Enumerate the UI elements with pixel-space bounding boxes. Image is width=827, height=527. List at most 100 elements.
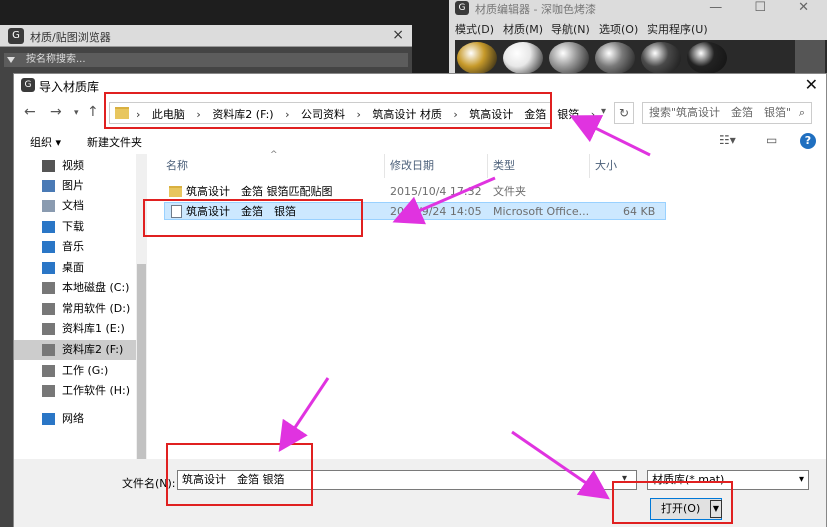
video-icon: [42, 160, 55, 172]
download-icon: [42, 221, 55, 233]
max-app-icon: G: [8, 28, 24, 44]
address-dropdown-icon[interactable]: ▾: [601, 106, 606, 117]
nav-item-label: 工作 (G:): [62, 364, 109, 377]
material-slot[interactable]: [641, 42, 681, 74]
material-slot[interactable]: [687, 42, 727, 74]
command-bar: 组织 ▾ 新建文件夹 ☷▾ ▭ ?: [14, 129, 826, 153]
nav-item-drive-g[interactable]: 工作 (G:): [42, 361, 147, 381]
filename-label: 文件名(N):: [122, 477, 176, 490]
nav-item-desktop[interactable]: 桌面: [42, 258, 147, 278]
dialog-title-bar: G 导入材质库 ✕: [14, 74, 826, 96]
nav-item-music[interactable]: 音乐: [42, 237, 147, 257]
file-date: 2015/9/24 14:05: [390, 205, 482, 218]
column-header-date[interactable]: 修改日期: [390, 154, 434, 178]
drive-icon: [42, 365, 55, 377]
collapse-triangle-icon[interactable]: [7, 57, 15, 63]
back-arrow-icon[interactable]: ←: [24, 104, 36, 120]
new-folder-button[interactable]: 新建文件夹: [87, 134, 142, 150]
nav-item-label: 本地磁盘 (C:): [62, 281, 130, 294]
browser-search-label: 按名称搜索...: [26, 54, 86, 65]
breadcrumb-item[interactable]: 筑高设计 金箔 银箔: [469, 108, 579, 121]
column-divider[interactable]: [384, 154, 385, 178]
editor-menu-bar: 模式(D) 材质(M) 导航(N) 选项(O) 实用程序(U): [449, 19, 827, 37]
breadcrumb-item[interactable]: 资料库2 (F:): [212, 108, 273, 121]
nav-item-drive-f[interactable]: 资料库2 (F:): [14, 340, 147, 360]
max-app-icon: G: [455, 1, 469, 15]
address-bar[interactable]: › 此电脑 › 资料库2 (F:) › 公司资料 › 筑高设计 材质 › 筑高设…: [109, 102, 595, 124]
organize-button[interactable]: 组织 ▾: [30, 134, 61, 150]
chevron-right-icon[interactable]: ›: [285, 108, 289, 121]
column-divider[interactable]: [589, 154, 590, 178]
menu-utilities[interactable]: 实用程序(U): [647, 21, 708, 37]
file-type: Microsoft Office...: [493, 205, 590, 218]
column-header-type[interactable]: 类型: [493, 154, 515, 178]
breadcrumb: › 此电脑 › 资料库2 (F:) › 公司资料 › 筑高设计 材质 › 筑高设…: [136, 106, 603, 122]
material-slot[interactable]: [595, 42, 635, 74]
file-type-select[interactable]: 材质库(*.mat) ▾: [647, 470, 809, 490]
file-row-folder[interactable]: 筑高设计 金箔 银箔匹配贴图 2015/10/4 17:32 文件夹: [164, 183, 666, 201]
column-header-size[interactable]: 大小: [595, 154, 617, 178]
nav-item-label: 网络: [62, 412, 84, 425]
window-controls[interactable]: — ☐ ✕: [709, 0, 823, 15]
editor-side-tools[interactable]: [795, 40, 825, 75]
filename-dropdown-icon[interactable]: ▾: [622, 473, 627, 484]
chevron-right-icon[interactable]: ›: [356, 108, 360, 121]
scrollbar-thumb[interactable]: [137, 264, 146, 459]
nav-item-videos[interactable]: 视频: [42, 156, 147, 176]
file-icon: [171, 205, 182, 218]
browser-title: 材质/贴图浏览器: [30, 31, 111, 44]
view-options-icon[interactable]: ☷▾: [719, 133, 736, 147]
close-icon[interactable]: ✕: [805, 75, 818, 94]
forward-arrow-icon[interactable]: →: [50, 104, 62, 120]
nav-item-drive-h[interactable]: 工作软件 (H:): [42, 381, 147, 401]
nav-item-label: 图片: [62, 179, 84, 192]
material-slot[interactable]: [457, 42, 497, 74]
chevron-right-icon[interactable]: ›: [453, 108, 457, 121]
preview-pane-icon[interactable]: ▭: [766, 133, 777, 147]
filename-field[interactable]: 筑高设计 金箔 银箔: [177, 470, 637, 490]
file-row-selected[interactable]: 筑高设计 金箔 银箔 2015/9/24 14:05 Microsoft Off…: [164, 202, 666, 220]
nav-item-downloads[interactable]: 下载: [42, 217, 147, 237]
chevron-right-icon[interactable]: ›: [136, 108, 140, 121]
column-divider[interactable]: [487, 154, 488, 178]
breadcrumb-item[interactable]: 筑高设计 材质: [372, 108, 442, 121]
import-material-library-dialog: G 导入材质库 ✕ ← → ▾ ↑ › 此电脑 › 资料库2 (F:) › 公司…: [13, 73, 827, 527]
column-header-name[interactable]: 名称: [166, 154, 188, 178]
chevron-right-icon[interactable]: ›: [196, 108, 200, 121]
folder-icon: [169, 186, 182, 197]
browser-search-bar[interactable]: 按名称搜索...: [4, 53, 408, 67]
menu-mode[interactable]: 模式(D): [455, 21, 494, 37]
nav-item-network[interactable]: 网络: [42, 409, 147, 429]
breadcrumb-item[interactable]: 公司资料: [301, 108, 345, 121]
nav-item-label: 资料库2 (F:): [62, 343, 124, 356]
open-dropdown-icon[interactable]: ▼: [710, 500, 722, 518]
recent-dropdown-icon[interactable]: ▾: [74, 108, 79, 118]
search-icon[interactable]: ⌕: [799, 103, 805, 123]
nav-item-label: 资料库1 (E:): [62, 322, 125, 335]
file-size: 64 KB: [623, 205, 656, 218]
chevron-right-icon[interactable]: ›: [591, 108, 595, 121]
nav-item-drive-e[interactable]: 资料库1 (E:): [42, 319, 147, 339]
nav-scrollbar[interactable]: [136, 154, 147, 464]
nav-item-pictures[interactable]: 图片: [42, 176, 147, 196]
refresh-icon[interactable]: ↻: [614, 102, 634, 124]
up-arrow-icon[interactable]: ↑: [87, 104, 99, 120]
search-input[interactable]: 搜索"筑高设计 金箔 银箔" ⌕: [642, 102, 812, 124]
menu-options[interactable]: 选项(O): [599, 21, 638, 37]
menu-navigation[interactable]: 导航(N): [551, 21, 590, 37]
close-icon[interactable]: ×: [392, 27, 404, 43]
file-type-value: 材质库(*.mat): [652, 473, 725, 486]
material-slot[interactable]: [503, 42, 543, 74]
help-icon[interactable]: ?: [800, 133, 816, 149]
material-slot[interactable]: [549, 42, 589, 74]
nav-item-drive-d[interactable]: 常用软件 (D:): [42, 299, 147, 319]
drive-icon: [42, 303, 55, 315]
file-name: 筑高设计 金箔 银箔匹配贴图: [186, 185, 333, 198]
breadcrumb-item[interactable]: 此电脑: [152, 108, 185, 121]
nav-item-documents[interactable]: 文档: [42, 196, 147, 216]
menu-material[interactable]: 材质(M): [503, 21, 543, 37]
desktop-icon: [42, 262, 55, 274]
chevron-down-icon[interactable]: ▾: [799, 471, 804, 489]
nav-item-drive-c[interactable]: 本地磁盘 (C:): [42, 278, 147, 298]
nav-item-label: 工作软件 (H:): [62, 384, 131, 397]
